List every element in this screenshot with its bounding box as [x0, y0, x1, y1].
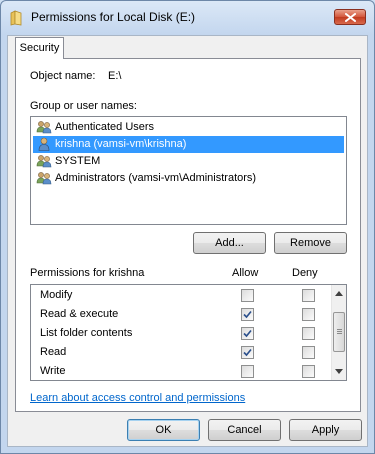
list-item-label: Administrators (vamsi-vm\Administrators): [55, 172, 257, 184]
groups-label: Group or user names:: [30, 100, 137, 112]
checkmark-icon: [243, 310, 252, 319]
group-icon: [36, 172, 52, 185]
deny-checkbox[interactable]: [302, 289, 315, 302]
object-name-value: E:\: [108, 70, 122, 82]
checkmark-icon: [243, 348, 252, 357]
checkmark-icon: [243, 329, 252, 338]
permissions-dialog: Permissions for Local Disk (E:) Security…: [0, 0, 375, 454]
permission-row: Modify: [31, 286, 331, 305]
tab-label: Security: [19, 42, 60, 54]
allow-checkbox[interactable]: [241, 308, 254, 321]
scroll-up-icon[interactable]: [335, 291, 343, 296]
window-title: Permissions for Local Disk (E:): [31, 10, 196, 24]
object-name-label: Object name:: [30, 70, 96, 82]
folder-icon: [10, 10, 22, 26]
list-item[interactable]: SYSTEM: [33, 153, 344, 170]
title-bar[interactable]: Permissions for Local Disk (E:): [1, 1, 374, 33]
group-icon: [36, 155, 52, 168]
deny-checkbox[interactable]: [302, 346, 315, 359]
learn-more-link[interactable]: Learn about access control and permissio…: [30, 392, 245, 404]
list-item[interactable]: Authenticated Users: [33, 119, 344, 136]
permission-name: Read & execute: [40, 308, 119, 320]
permission-row: Read: [31, 343, 331, 362]
list-item[interactable]: Administrators (vamsi-vm\Administrators): [33, 170, 344, 187]
close-icon: [345, 13, 356, 22]
permissions-for-label: Permissions for krishna: [30, 267, 145, 279]
list-item-label: Authenticated Users: [55, 121, 155, 133]
list-item-label: SYSTEM: [55, 155, 101, 167]
add-button[interactable]: Add...: [193, 232, 266, 254]
permission-row: Write: [31, 362, 331, 380]
cancel-button[interactable]: Cancel: [208, 419, 281, 441]
permission-row: List folder contents: [31, 324, 331, 343]
permission-name: Write: [40, 365, 66, 377]
remove-button[interactable]: Remove: [274, 232, 347, 254]
scrollbar-thumb[interactable]: [333, 312, 345, 352]
user-icon: [38, 137, 50, 151]
allow-checkbox[interactable]: [241, 289, 254, 302]
allow-checkbox[interactable]: [241, 365, 254, 378]
permission-name: Modify: [40, 289, 73, 301]
ok-button[interactable]: OK: [127, 419, 200, 441]
close-button[interactable]: [334, 9, 366, 25]
permission-row: Read & execute: [31, 305, 331, 324]
allow-checkbox[interactable]: [241, 346, 254, 359]
permission-name: List folder contents: [40, 327, 133, 339]
tab-security[interactable]: Security: [15, 37, 64, 59]
permissions-list: Modify Read & execute List folder conten…: [30, 284, 347, 381]
allow-column-header: Allow: [232, 267, 259, 279]
group-user-list[interactable]: Authenticated Users krishna (vamsi-vm\kr…: [30, 116, 347, 225]
deny-checkbox[interactable]: [302, 308, 315, 321]
group-icon: [36, 121, 52, 134]
deny-column-header: Deny: [292, 267, 318, 279]
deny-checkbox[interactable]: [302, 365, 315, 378]
list-item-label: krishna (vamsi-vm\krishna): [55, 138, 187, 150]
apply-button[interactable]: Apply: [289, 419, 362, 441]
permissions-scrollbar[interactable]: [331, 285, 346, 380]
allow-checkbox[interactable]: [241, 327, 254, 340]
scroll-down-icon[interactable]: [335, 369, 343, 374]
list-item[interactable]: krishna (vamsi-vm\krishna): [33, 136, 344, 153]
permission-name: Read: [40, 346, 67, 358]
deny-checkbox[interactable]: [302, 327, 315, 340]
